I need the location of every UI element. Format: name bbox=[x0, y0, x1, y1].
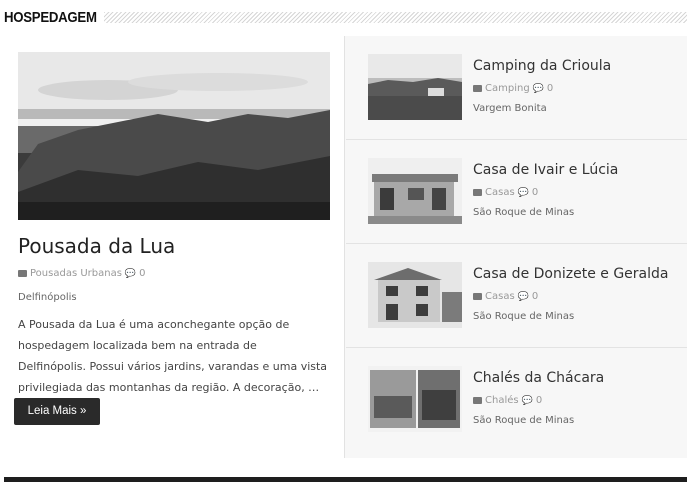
item-category[interactable]: Camping bbox=[485, 83, 530, 94]
bottom-bar bbox=[4, 477, 687, 482]
comment-icon: 💬 bbox=[517, 187, 529, 198]
item-title[interactable]: Casa de Donizete e Geralda bbox=[473, 266, 668, 282]
featured-title[interactable]: Pousada da Lua bbox=[18, 234, 175, 258]
accommodation-panel: Pousada da Lua Pousadas Urbanas 💬 0 Delf… bbox=[4, 36, 687, 458]
mountain-landscape-image bbox=[18, 73, 330, 220]
accommodation-list: Camping da Crioula Camping 💬 0 Vargem Bo… bbox=[346, 36, 687, 458]
list-item: Casa de Ivair e Lúcia Casas 💬 0 São Roqu… bbox=[346, 140, 687, 244]
item-location: São Roque de Minas bbox=[473, 415, 575, 426]
camping-thumbnail-image bbox=[368, 54, 462, 120]
chalets-thumbnail-image bbox=[368, 366, 462, 432]
item-location: São Roque de Minas bbox=[473, 207, 575, 218]
featured-excerpt: A Pousada da Lua é uma aconchegante opçã… bbox=[18, 318, 328, 394]
item-category[interactable]: Casas bbox=[485, 291, 515, 302]
item-category[interactable]: Casas bbox=[485, 187, 515, 198]
item-meta: Chalés 💬 0 bbox=[473, 395, 542, 406]
item-comments[interactable]: 0 bbox=[547, 83, 553, 94]
item-title[interactable]: Camping da Crioula bbox=[473, 58, 611, 74]
item-comments[interactable]: 0 bbox=[536, 395, 542, 406]
item-title[interactable]: Casa de Ivair e Lúcia bbox=[473, 162, 618, 178]
item-meta: Casas 💬 0 bbox=[473, 291, 538, 302]
comment-icon: 💬 bbox=[517, 291, 529, 302]
folder-icon bbox=[473, 85, 482, 92]
two-story-house-thumbnail-image bbox=[368, 262, 462, 328]
featured-photo[interactable] bbox=[18, 52, 330, 220]
item-thumbnail[interactable] bbox=[368, 262, 462, 328]
item-location: Vargem Bonita bbox=[473, 103, 547, 114]
item-category[interactable]: Chalés bbox=[485, 395, 519, 406]
folder-icon bbox=[473, 189, 482, 196]
section-title: HOSPEDAGEM bbox=[4, 9, 97, 26]
folder-icon bbox=[473, 397, 482, 404]
item-meta: Casas 💬 0 bbox=[473, 187, 538, 198]
folder-icon bbox=[18, 270, 27, 277]
item-thumbnail[interactable] bbox=[368, 54, 462, 120]
item-location: São Roque de Minas bbox=[473, 311, 575, 322]
list-item: Chalés da Chácara Chalés 💬 0 São Roque d… bbox=[346, 348, 687, 451]
list-item: Casa de Donizete e Geralda Casas 💬 0 São… bbox=[346, 244, 687, 348]
folder-icon bbox=[473, 293, 482, 300]
list-item: Camping da Crioula Camping 💬 0 Vargem Bo… bbox=[346, 36, 687, 140]
featured-post: Pousada da Lua Pousadas Urbanas 💬 0 Delf… bbox=[4, 36, 345, 458]
featured-comments[interactable]: 0 bbox=[139, 268, 145, 279]
item-thumbnail[interactable] bbox=[368, 366, 462, 432]
section-header: HOSPEDAGEM bbox=[4, 8, 687, 28]
featured-category[interactable]: Pousadas Urbanas bbox=[30, 268, 122, 279]
header-stripes bbox=[104, 12, 687, 23]
featured-location: Delfinópolis bbox=[18, 292, 77, 303]
read-more-button[interactable]: Leia Mais » bbox=[14, 398, 100, 425]
featured-meta: Pousadas Urbanas 💬 0 bbox=[18, 268, 146, 279]
item-comments[interactable]: 0 bbox=[532, 291, 538, 302]
item-title[interactable]: Chalés da Chácara bbox=[473, 370, 604, 386]
house-thumbnail-image bbox=[368, 158, 462, 224]
comment-icon: 💬 bbox=[124, 268, 137, 279]
comment-icon: 💬 bbox=[532, 83, 544, 94]
item-meta: Camping 💬 0 bbox=[473, 83, 553, 94]
item-thumbnail[interactable] bbox=[368, 158, 462, 224]
comment-icon: 💬 bbox=[521, 395, 533, 406]
item-comments[interactable]: 0 bbox=[532, 187, 538, 198]
